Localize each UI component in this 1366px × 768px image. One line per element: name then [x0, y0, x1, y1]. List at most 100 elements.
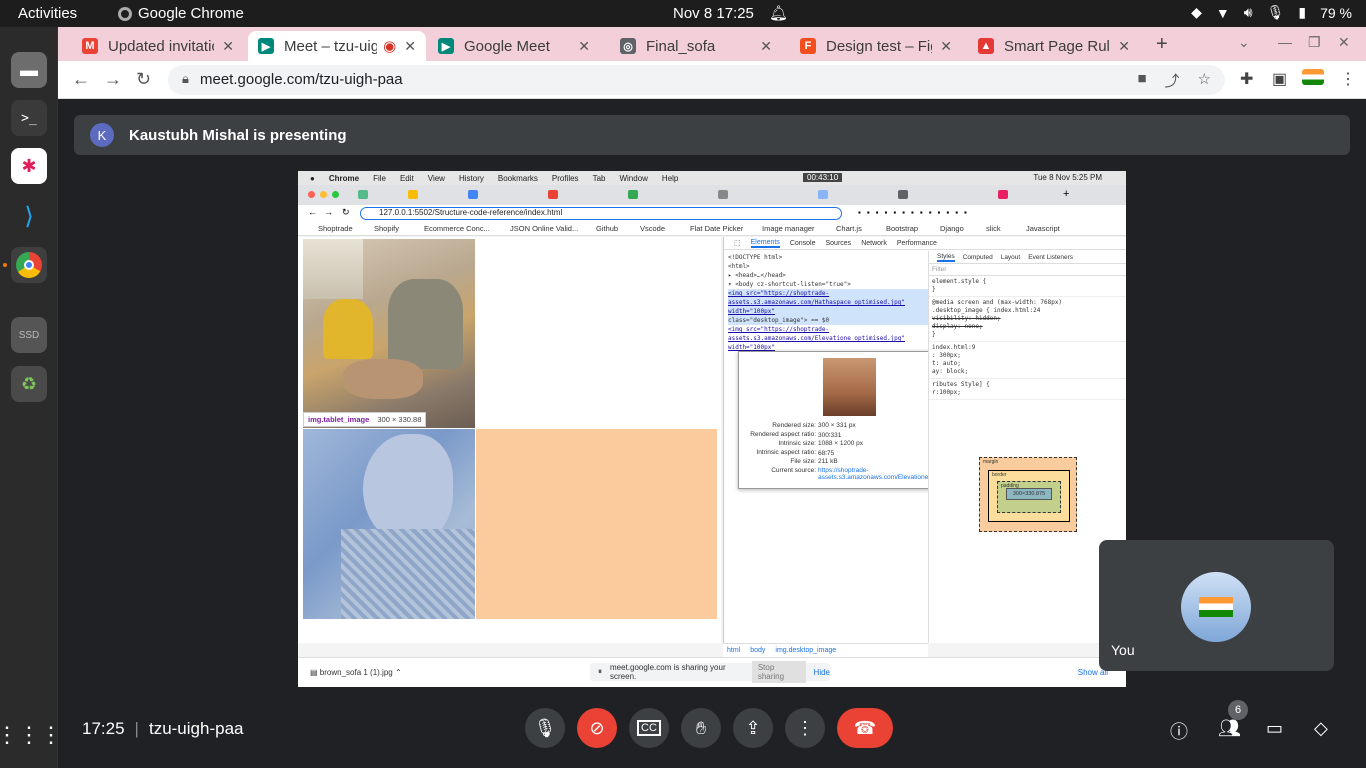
tab-search-icon[interactable]: ⌄: [1238, 34, 1250, 51]
dom-line-selected: class="desktop_image"> == $0: [728, 316, 928, 325]
people-icon[interactable]: 👥︎: [1218, 718, 1241, 739]
menu-help: Help: [661, 173, 679, 183]
crumb: body: [750, 647, 766, 654]
styles-pane: Styles Computed Layout Event Listeners F…: [928, 251, 1126, 643]
microphone-icon: 🎙︎: [1266, 4, 1285, 20]
tab-google-meet[interactable]: ▶ Google Meet ✕: [428, 31, 600, 61]
bookmark-star-icon[interactable]: ☆: [1198, 70, 1211, 91]
captions-icon: CC: [637, 720, 661, 736]
raise-hand-button[interactable]: ✋︎: [681, 708, 721, 748]
close-icon[interactable]: ✕: [1118, 38, 1130, 55]
close-window-icon[interactable]: ✕: [1338, 34, 1350, 51]
camera-icon[interactable]: ■: [1137, 70, 1146, 91]
ssd-drive-icon[interactable]: SSD: [11, 317, 47, 353]
files-icon[interactable]: ▬: [11, 52, 47, 88]
info-icon[interactable]: ⓘ: [1170, 718, 1188, 744]
box-content-size: 300×330.875: [1006, 488, 1052, 500]
activities-button[interactable]: Activities: [18, 5, 77, 22]
reload-icon: ↻: [342, 207, 350, 217]
crumb: html: [727, 647, 741, 654]
system-clock[interactable]: Nov 8 17:25: [673, 5, 754, 22]
forward-icon[interactable]: →: [104, 69, 122, 90]
back-icon[interactable]: ←: [72, 69, 90, 90]
css-line: visibility: hidden;: [932, 315, 1001, 322]
dom-line: <html>: [728, 263, 750, 270]
tab-title: Google Meet: [464, 37, 550, 55]
tab-gmail[interactable]: M Updated invitatio ✕: [72, 31, 244, 61]
css-line: ributes Style] {: [932, 381, 990, 388]
system-tray[interactable]: ◆ ▼ 🔊︎ 🎙︎ ▮ 79 %: [1191, 4, 1352, 21]
tab-final-sofa[interactable]: ◎ Final_sofa ✕: [610, 31, 782, 61]
bookmarks-bar: Shoptrade Shopify Ecommerce Conc... JSON…: [298, 221, 1126, 236]
vscode-icon[interactable]: ⟩: [11, 198, 47, 234]
profile-avatar[interactable]: [1302, 69, 1324, 85]
more-vert-icon: ⋮: [796, 717, 814, 738]
microphone-icon: 🎙︎: [533, 717, 557, 738]
css-rule: @media screen and (max-width: 768px) .de…: [929, 297, 1126, 342]
new-tab-button[interactable]: +: [1156, 33, 1168, 56]
close-icon[interactable]: ✕: [760, 38, 772, 55]
bookmark-item: Github: [596, 224, 619, 233]
tab-ruler[interactable]: ▲ Smart Page Ruler ✕: [968, 31, 1140, 61]
box-model-diagram: margin border padding 300×330.875: [979, 457, 1077, 532]
lock-icon[interactable]: 🔒︎: [182, 71, 189, 87]
css-rule: index.html:9 : 300px; t: auto; ay: block…: [929, 342, 1126, 379]
mac-menubar: ● Chrome File Edit View History Bookmark…: [298, 171, 1126, 185]
camera-off-icon: ⊘: [589, 717, 605, 738]
close-icon[interactable]: ✕: [222, 38, 234, 55]
event-listeners-tab: Event Listeners: [1028, 253, 1074, 261]
bookmark-item: Shoptrade: [318, 224, 353, 233]
download-item: ▤ brown_sofa 1 (1).jpg ⌃: [310, 668, 402, 677]
terminal-icon[interactable]: >_: [11, 100, 47, 136]
portrait-photo: [303, 429, 475, 619]
microphone-button[interactable]: 🎙︎: [525, 708, 565, 748]
chrome-icon[interactable]: [11, 247, 47, 283]
address-bar[interactable]: 🔒︎ meet.google.com/tzu-uigh-paa ■ ⤴ ☆: [168, 65, 1225, 95]
menu-history: History: [458, 173, 484, 183]
download-filename: brown_sofa 1 (1).jpg: [319, 668, 393, 677]
element-size-tag: img.tablet_image 300 × 330.88: [303, 412, 427, 427]
chat-icon[interactable]: ▭: [1266, 718, 1283, 739]
tooltip-key: Rendered aspect ratio:: [750, 431, 816, 438]
leave-call-button[interactable]: ☎︎: [837, 708, 893, 748]
layout-tab: Layout: [1000, 253, 1021, 261]
camera-off-button[interactable]: ⊘: [577, 708, 617, 748]
meet-icon: ▶: [438, 38, 454, 54]
present-button[interactable]: ⇪: [733, 708, 773, 748]
tab-figma[interactable]: F Design test – Fig ✕: [790, 31, 962, 61]
tab-title: Design test – Fig: [826, 37, 933, 55]
activities-icon[interactable]: ◇: [1314, 718, 1328, 739]
globe-icon: ◎: [620, 38, 636, 54]
more-options-button[interactable]: ⋮: [785, 708, 825, 748]
meeting-code: tzu-uigh-paa: [148, 719, 244, 738]
trash-icon[interactable]: ♻: [11, 366, 47, 402]
share-icon[interactable]: ⤴: [1165, 70, 1180, 91]
close-icon[interactable]: ✕: [404, 38, 416, 55]
stop-sharing-button: Stop sharing: [751, 661, 806, 683]
minimize-icon[interactable]: —: [1278, 34, 1292, 50]
close-icon[interactable]: ✕: [940, 38, 952, 55]
maximize-icon[interactable]: ❐: [1308, 34, 1321, 51]
more-menu-icon[interactable]: ⋮: [1340, 69, 1356, 89]
mini-tab-icon: [998, 190, 1008, 199]
figma-icon: F: [800, 38, 816, 54]
meet-icon: ▶: [258, 38, 274, 54]
close-icon[interactable]: ✕: [578, 38, 590, 55]
self-video-tile[interactable]: You: [1099, 540, 1334, 671]
slack-icon[interactable]: ✱: [11, 148, 47, 184]
show-apps-icon[interactable]: ⋮⋮⋮: [0, 717, 62, 753]
tooltip-key: Rendered size:: [772, 422, 816, 429]
reload-icon[interactable]: ↻: [136, 69, 151, 90]
extensions-icon[interactable]: ✚: [1240, 69, 1253, 89]
tab-meet-active[interactable]: ▶ Meet – tzu-uig ◉ ✕: [248, 31, 426, 61]
bookmark-item: Chart.js: [836, 224, 862, 233]
mini-tab-icon: [628, 190, 638, 199]
captions-button[interactable]: CC: [629, 708, 669, 748]
computed-tab: Computed: [962, 253, 993, 261]
hang-up-icon: ☎︎: [853, 717, 877, 738]
side-panel-icon[interactable]: ▣: [1272, 69, 1287, 89]
shared-screen: ● Chrome File Edit View History Bookmark…: [298, 171, 1126, 687]
mac-tabstrip: +: [298, 185, 1126, 205]
bookmark-item: Vscode: [640, 224, 666, 233]
app-menu[interactable]: Google Chrome: [118, 5, 244, 22]
